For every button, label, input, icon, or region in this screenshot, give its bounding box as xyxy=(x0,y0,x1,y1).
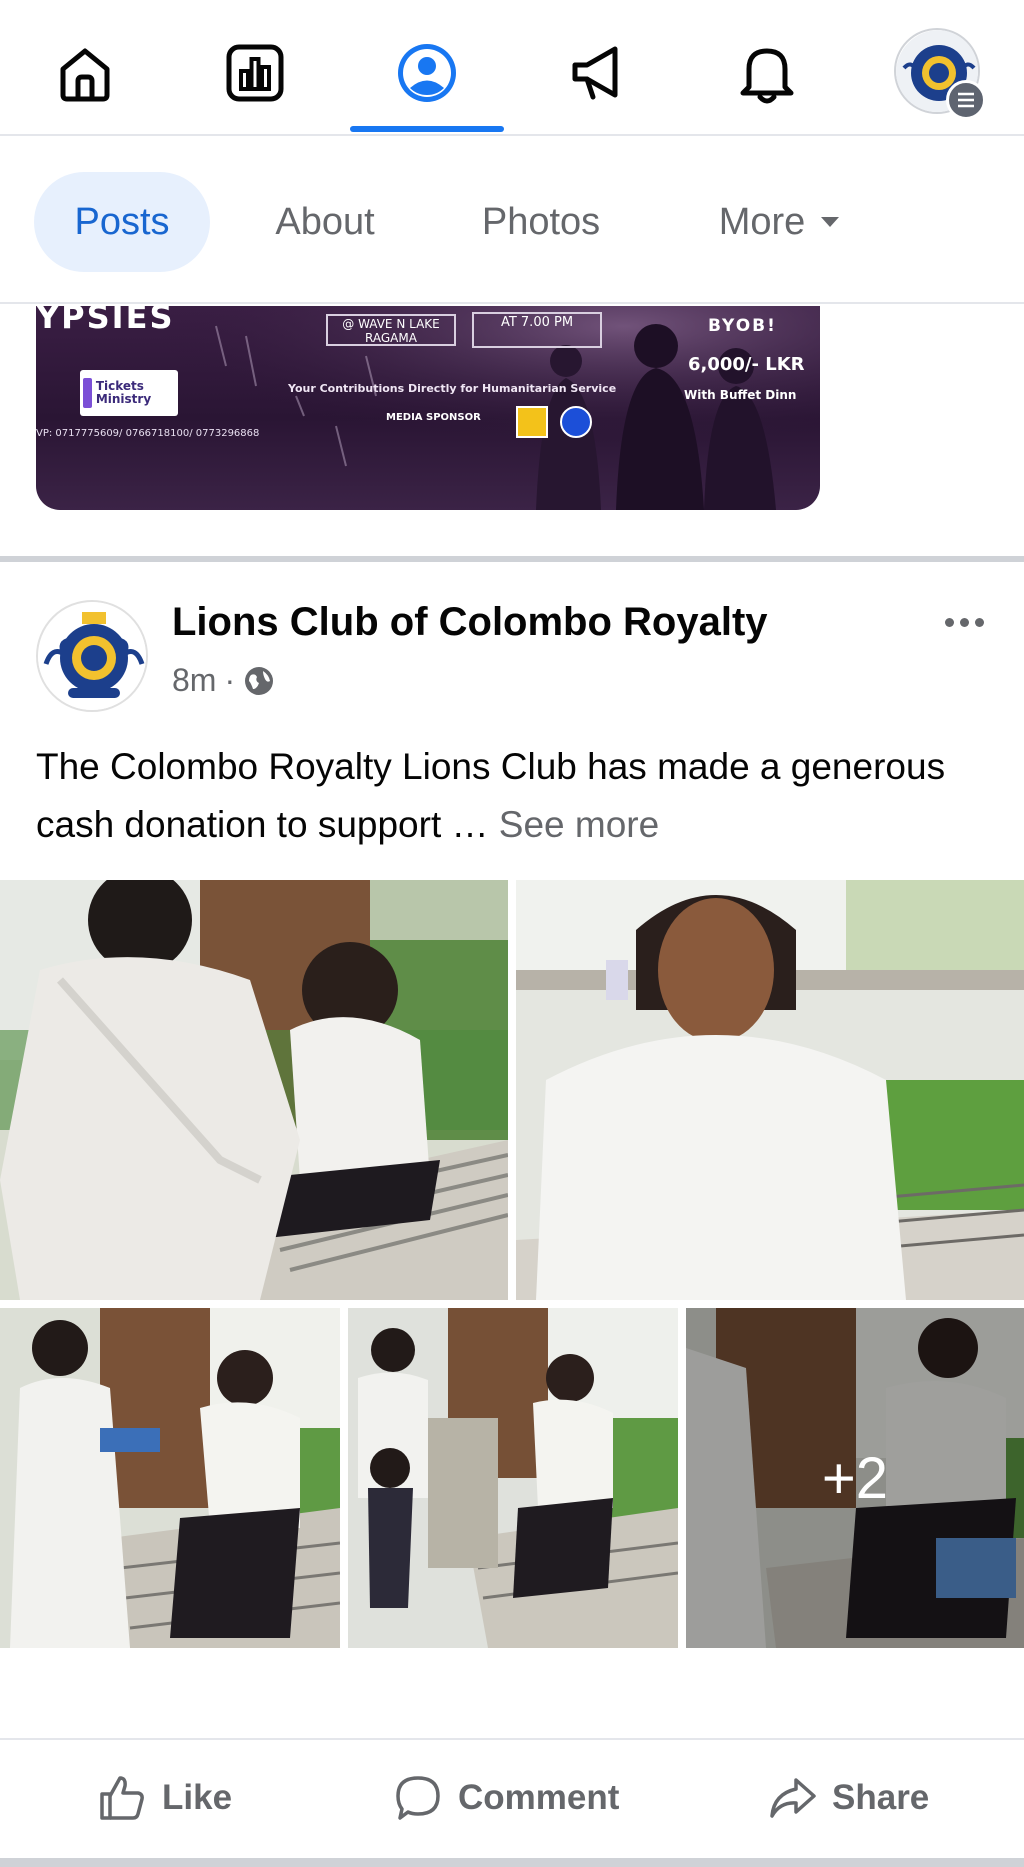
like-button[interactable]: Like xyxy=(96,1762,232,1834)
post-card: Lions Club of Colombo Royalty 8m · The C… xyxy=(0,562,1024,1867)
tab-more[interactable]: More xyxy=(690,172,870,272)
post-photo-3[interactable] xyxy=(0,1308,340,1648)
thumbs-up-icon xyxy=(100,1776,144,1820)
post-text: The Colombo Royalty Lions Club has made … xyxy=(36,738,996,854)
ads-tab[interactable] xyxy=(544,28,654,118)
tab-photos[interactable]: Photos xyxy=(456,172,626,272)
home-tab[interactable] xyxy=(30,28,140,118)
post-options-button[interactable] xyxy=(934,602,994,642)
photo-ward-child xyxy=(348,1308,678,1648)
event-banner-image[interactable]: YPSIES @ WAVE N LAKE RAGAMA AT 7.00 PM B… xyxy=(36,306,820,510)
tab-posts[interactable]: Posts xyxy=(34,172,210,272)
profile-tab[interactable] xyxy=(372,28,482,118)
dot xyxy=(974,617,984,627)
previous-post: YPSIES @ WAVE N LAKE RAGAMA AT 7.00 PM B… xyxy=(0,306,1024,556)
share-label: Share xyxy=(832,1778,930,1817)
active-tab-indicator xyxy=(350,126,504,132)
page-tabs: Posts About Photos More xyxy=(0,138,1024,304)
banner-time: AT 7.00 PM xyxy=(472,312,602,348)
share-icon xyxy=(770,1778,816,1818)
comment-icon xyxy=(396,1776,440,1820)
post-body: The Colombo Royalty Lions Club has made … xyxy=(36,746,946,845)
tab-more-label: More xyxy=(718,200,806,243)
banner-media-sponsor: MEDIA SPONSOR xyxy=(386,412,481,423)
caret-down-icon xyxy=(821,217,840,227)
sponsor-logo-1 xyxy=(516,406,548,438)
notifications-tab[interactable] xyxy=(712,28,822,118)
banner-price: 6,000/- LKR xyxy=(688,354,805,375)
home-icon xyxy=(60,48,110,102)
photo-donation-handover xyxy=(0,1308,340,1648)
comment-button[interactable]: Comment xyxy=(392,1762,619,1834)
banner-byob: BYOB! xyxy=(708,316,777,336)
banner-contributions: Your Contributions Directly for Humanita… xyxy=(288,382,617,395)
top-navigation-bar xyxy=(0,0,1024,136)
more-photos-count[interactable]: +2 xyxy=(686,1308,1024,1648)
menu-icon xyxy=(946,80,986,120)
bell-icon xyxy=(740,48,794,104)
megaphone-icon xyxy=(572,46,618,100)
photo-nurse-patient xyxy=(0,880,508,1300)
professional-dashboard-tab[interactable] xyxy=(200,28,310,118)
comment-label: Comment xyxy=(458,1778,620,1817)
post-photo-2[interactable] xyxy=(516,880,1024,1300)
banner-venue: @ WAVE N LAKE RAGAMA xyxy=(326,314,456,346)
sponsor-logo-2 xyxy=(560,406,592,438)
profile-icon xyxy=(398,44,456,102)
dot xyxy=(944,617,954,627)
meta-dot: · xyxy=(224,662,236,698)
bottom-separator xyxy=(0,1858,1024,1867)
post-photo-4[interactable] xyxy=(348,1308,678,1648)
dashboard-icon xyxy=(226,44,284,102)
ticket-icon xyxy=(83,378,92,408)
tickets-ministry-text: Tickets Ministry xyxy=(95,379,152,406)
banner-buffet: With Buffet Dinn xyxy=(684,388,797,402)
globe-icon xyxy=(245,666,274,695)
like-label: Like xyxy=(162,1778,233,1817)
photo-seated-patient xyxy=(516,880,1024,1300)
tickets-ministry-logo: Tickets Ministry xyxy=(80,370,178,416)
banner-title: YPSIES xyxy=(36,306,175,336)
post-actions-bar: Like Comment Share xyxy=(0,1738,1024,1854)
see-more-link[interactable]: See more xyxy=(499,804,659,845)
share-button[interactable]: Share xyxy=(766,1762,929,1834)
post-photo-5[interactable]: +2 xyxy=(686,1308,1024,1648)
post-meta: 8m · xyxy=(172,662,275,699)
post-photo-1[interactable] xyxy=(0,880,508,1300)
page-avatar[interactable] xyxy=(36,600,148,712)
tab-about[interactable]: About xyxy=(250,172,400,272)
post-time[interactable]: 8m xyxy=(172,662,216,699)
page-name[interactable]: Lions Club of Colombo Royalty xyxy=(172,600,768,645)
account-menu[interactable] xyxy=(894,28,986,120)
dot xyxy=(959,617,969,627)
banner-phones: VP: 0717775609/ 0766718100/ 0773296868 xyxy=(36,428,260,439)
